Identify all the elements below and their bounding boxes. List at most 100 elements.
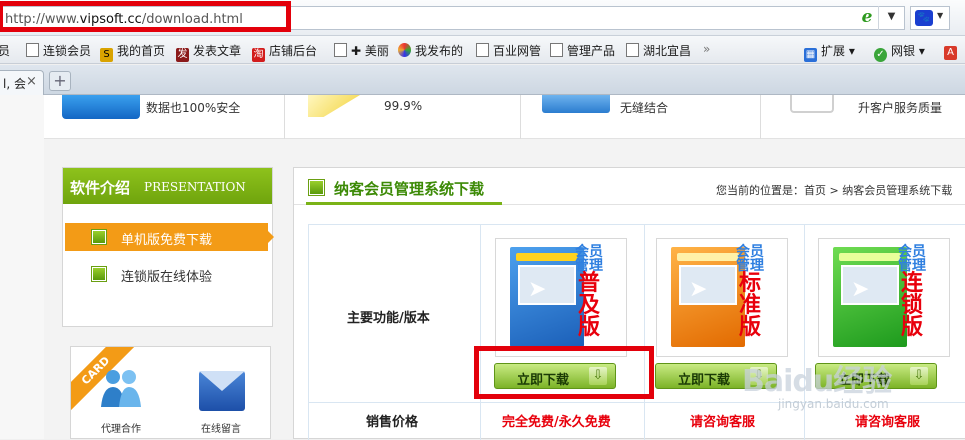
bookmark-item[interactable]: 发发表文章	[176, 42, 241, 62]
divider	[520, 95, 521, 139]
product-image-chain: ➤ 会员管理 连锁版	[818, 238, 950, 357]
sidebar-item-label: 连锁版在线体验	[121, 270, 213, 285]
watermark-url: jingyan.baidu.com	[778, 397, 889, 411]
product-image-standard: ➤ 会员管理 标准版	[656, 238, 788, 357]
feature-image	[308, 95, 360, 117]
page-margin	[0, 95, 44, 439]
cursor-icon: ➤	[528, 277, 547, 302]
sidebar-item-label: 单机版免费下载	[121, 233, 213, 248]
green-square-icon	[309, 180, 324, 195]
product-image-basic: ➤ 会员管理 普及版	[495, 238, 627, 357]
page-icon	[334, 43, 347, 57]
watermark-logo: Baidu经验	[742, 364, 892, 399]
panel-header: 软件介绍 PRESENTATION	[63, 168, 272, 204]
table-border	[308, 224, 965, 225]
panel-subtitle: PRESENTATION	[144, 180, 246, 194]
sohu-icon: S	[100, 48, 113, 62]
title-underline	[306, 202, 502, 205]
tab-label: l, 会	[3, 77, 26, 91]
row-header-price: 销售价格	[366, 415, 419, 430]
download-arrow-icon: ⇩	[910, 367, 928, 385]
green-square-icon	[92, 230, 106, 244]
row-header-features: 主要功能/版本	[347, 311, 430, 326]
bookmark-item[interactable]: 淘店铺后台	[252, 42, 317, 62]
bookmark-item[interactable]: 员	[0, 42, 10, 58]
bookmark-item[interactable]: ✚ 美丽	[334, 42, 389, 58]
feature-text: 无缝结合	[620, 101, 669, 115]
page-title: 纳客会员管理系统下载	[334, 180, 485, 198]
shop-icon: 淘	[252, 48, 265, 62]
page-icon	[550, 43, 563, 57]
product-name: 会员管理 连锁版	[898, 244, 926, 340]
chevron-down-icon: ▼	[937, 11, 944, 20]
price-chain: 请咨询客服	[855, 415, 921, 430]
card-panel: CARD 代理合作 在线留言	[70, 346, 271, 439]
feature-strip: 数据也100%安全 99.9% 无缝结合 升客户服务质量	[44, 95, 965, 139]
feature-text: 数据也100%安全	[146, 101, 241, 115]
new-tab-button[interactable]: +	[49, 71, 71, 91]
software-box: ➤	[671, 247, 745, 347]
cursor-icon: ➤	[851, 277, 870, 302]
url-highlight-box	[0, 1, 291, 32]
translate-icon: A	[944, 46, 957, 60]
baidu-paw-icon: 🐾	[915, 10, 933, 26]
search-engine-button[interactable]: 🐾 ▼	[910, 6, 950, 30]
envelope-flap	[199, 371, 245, 391]
sidebar-item-standalone-download[interactable]: 单机版免费下载	[65, 223, 274, 251]
more-bookmarks-button[interactable]: »	[703, 42, 710, 58]
table-border	[644, 224, 645, 440]
box-stripe	[677, 253, 739, 261]
close-icon[interactable]: ×	[26, 74, 37, 89]
agent-people-icon[interactable]	[97, 367, 145, 411]
cursor-icon: ➤	[689, 277, 708, 302]
table-border	[308, 224, 309, 440]
netbank-button[interactable]: ✓ 网银 ▾	[874, 42, 925, 62]
bookmark-item[interactable]: 湖北宜昌	[626, 42, 691, 58]
feature-text: 99.9%	[384, 99, 423, 113]
agent-cooperation-label[interactable]: 代理合作	[101, 420, 141, 435]
divider	[760, 95, 761, 139]
download-label: 立即下载	[678, 373, 731, 388]
box-screen	[841, 265, 899, 305]
tab-active[interactable]: l, 会 ×	[0, 70, 44, 95]
download-highlight-box	[474, 346, 654, 399]
extensions-button[interactable]: ▦ 扩展 ▾	[804, 42, 855, 62]
price-basic: 完全免费/永久免费	[502, 415, 611, 430]
translate-button[interactable]: A	[944, 42, 961, 60]
sidebar-item-chain-online-trial[interactable]: 连锁版在线体验	[65, 260, 268, 288]
favorites-bar: 员 连锁会员 S 我的首页 发发表文章 淘店铺后台 ✚ 美丽 我发布的 百业网管 …	[0, 36, 965, 64]
breadcrumb: 您当前的位置是：首页 > 纳客会员管理系统下载	[716, 184, 953, 197]
bookmark-item[interactable]: 我发布的	[398, 42, 463, 58]
extension-grid-icon: ▦	[804, 48, 817, 62]
box-stripe	[839, 253, 901, 261]
shield-icon: ✓	[874, 48, 887, 62]
feature-text: 升客户服务质量	[858, 101, 943, 115]
green-square-icon	[92, 267, 106, 281]
ie-compat-icon[interactable]: e	[858, 8, 876, 26]
divider	[284, 95, 285, 139]
url-dropdown-button[interactable]: ▼	[878, 6, 904, 30]
monitor-icon	[790, 95, 834, 113]
product-name: 会员管理 标准版	[736, 244, 764, 340]
software-box: ➤	[833, 247, 907, 347]
panel-title: 软件介绍	[70, 179, 131, 197]
page-icon	[626, 43, 639, 57]
bookmark-item[interactable]: S 我的首页	[100, 42, 165, 62]
bookmark-item[interactable]: 管理产品	[550, 42, 615, 58]
bookmark-item[interactable]: 连锁会员	[26, 42, 91, 58]
bookmark-item[interactable]: 百业网管	[476, 42, 541, 58]
page-icon	[476, 43, 489, 57]
pinwheel-icon	[398, 43, 411, 57]
product-name: 会员管理 普及版	[575, 244, 603, 340]
software-box: ➤	[510, 247, 584, 347]
page-icon	[26, 43, 39, 57]
box-screen	[518, 265, 576, 305]
arrow-right-icon	[268, 231, 274, 243]
tab-bar: l, 会 × +	[0, 65, 965, 95]
software-intro-panel: 软件介绍 PRESENTATION 单机版免费下载 连锁版在线体验	[62, 167, 274, 327]
table-border	[480, 224, 481, 440]
online-message-label[interactable]: 在线留言	[201, 420, 241, 435]
box-stripe	[516, 253, 578, 261]
feature-image	[62, 95, 140, 119]
post-icon: 发	[176, 48, 189, 62]
